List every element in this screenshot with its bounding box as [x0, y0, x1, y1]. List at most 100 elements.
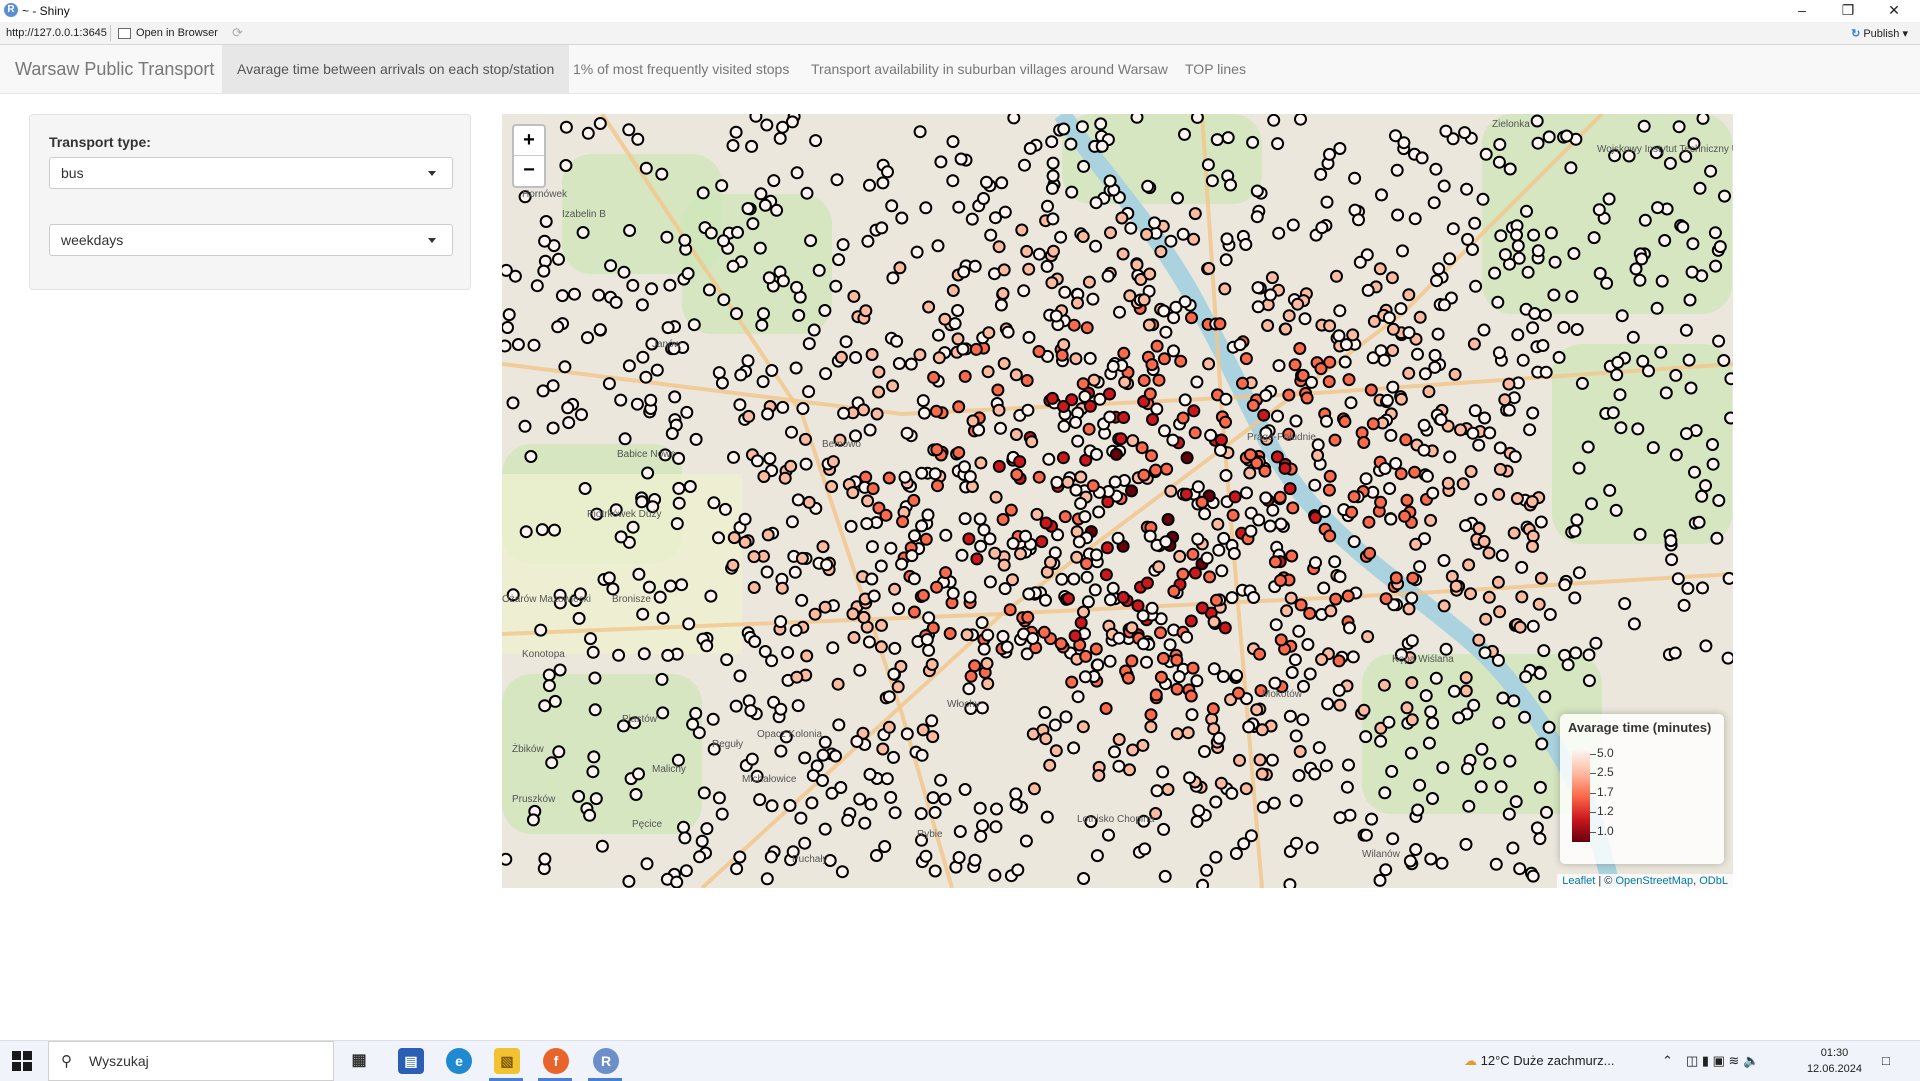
map-place-label: Rybie — [917, 829, 943, 840]
taskbar-search-input[interactable]: ⚲ Wyszukaj — [48, 1041, 334, 1081]
day-type-select[interactable]: weekdays — [49, 224, 453, 256]
publish-button[interactable]: ↻ Publish ▾ — [1851, 27, 1908, 40]
stop-marker — [548, 523, 561, 537]
stop-marker — [875, 618, 888, 632]
stop-marker — [1067, 318, 1081, 332]
stop-marker — [1126, 434, 1140, 448]
zoom-in-button[interactable]: + — [514, 126, 544, 156]
tab-average-time[interactable]: Avarage time between arrivals on each st… — [222, 45, 570, 93]
stop-marker — [1389, 457, 1403, 470]
stop-marker — [1078, 390, 1092, 403]
stop-marker — [1724, 411, 1733, 425]
stop-marker — [1533, 780, 1547, 794]
leaflet-map[interactable]: Zielonka Babice Nowe Bemowo Włochy Piastów Pr… — [502, 114, 1733, 888]
stop-marker — [1502, 403, 1516, 417]
stop-marker — [1259, 491, 1273, 505]
stop-marker — [1279, 322, 1293, 336]
stop-marker — [1103, 410, 1117, 424]
minimize-button[interactable]: – — [1780, 0, 1824, 22]
stop-marker — [1391, 208, 1405, 222]
stop-marker — [1680, 427, 1693, 441]
stop-marker — [1341, 589, 1355, 603]
stop-marker — [1271, 409, 1284, 423]
stop-marker — [872, 385, 886, 399]
tab-frequent-stops[interactable]: 1% of most frequently visited stops — [558, 45, 804, 93]
stop-marker — [1359, 828, 1373, 842]
stop-marker — [588, 703, 602, 717]
stop-marker — [1557, 320, 1571, 334]
stop-marker — [738, 512, 752, 526]
stop-marker — [668, 390, 682, 404]
chevron-up-icon[interactable]: ⌃ — [1662, 1053, 1673, 1069]
stop-marker — [900, 426, 914, 440]
stop-marker — [1338, 355, 1352, 369]
app-brand[interactable]: Warsaw Public Transport — [15, 59, 214, 80]
stop-marker — [790, 670, 804, 684]
stop-marker — [926, 791, 940, 805]
stop-marker — [1195, 601, 1209, 615]
stop-marker — [1284, 591, 1298, 605]
osm-link[interactable]: OpenStreetMap — [1615, 875, 1693, 887]
stop-marker — [1478, 411, 1492, 425]
stop-marker — [920, 633, 934, 647]
store-icon[interactable]: ▤ — [398, 1048, 424, 1074]
stop-marker — [1166, 433, 1180, 447]
stop-marker — [561, 401, 575, 415]
stop-marker — [1250, 184, 1264, 198]
map-layer[interactable] — [502, 114, 1733, 888]
stop-marker — [726, 558, 740, 572]
edge-icon[interactable]: e — [446, 1048, 472, 1074]
stop-marker — [738, 535, 752, 549]
stop-marker — [1456, 477, 1470, 491]
stop-marker — [1654, 345, 1668, 359]
stop-marker — [790, 166, 804, 180]
stop-marker — [792, 308, 806, 322]
stop-marker — [630, 397, 644, 411]
stop-marker — [1188, 207, 1202, 221]
stop-marker — [650, 363, 664, 377]
stop-marker — [895, 211, 909, 225]
stop-marker — [1104, 593, 1117, 607]
stop-marker — [994, 421, 1007, 435]
stop-marker — [1309, 556, 1322, 570]
url-display: http://127.0.0.1:3645 — [6, 27, 107, 39]
weather-widget[interactable]: ☁ 12°C Duże zachmurz... — [1464, 1053, 1614, 1069]
open-in-browser-button[interactable]: Open in Browser — [136, 27, 218, 39]
restore-button[interactable]: ❐ — [1826, 0, 1870, 22]
tab-suburban-availability[interactable]: Transport availability in suburban villa… — [796, 45, 1183, 93]
stop-marker — [1338, 415, 1352, 428]
stop-marker — [773, 131, 787, 145]
map-place-label: Zielonka — [1492, 119, 1530, 130]
stop-marker — [1637, 119, 1651, 133]
zoom-out-button[interactable]: − — [514, 156, 544, 186]
stop-marker — [929, 404, 943, 418]
close-button[interactable]: ✕ — [1872, 0, 1916, 22]
taskbar-clock[interactable]: 01:30 12.06.2024 — [1807, 1045, 1862, 1077]
stop-marker — [1492, 487, 1506, 501]
firefox-icon[interactable]: f — [543, 1048, 569, 1074]
stop-marker — [1472, 522, 1486, 535]
stop-marker — [1154, 670, 1168, 684]
transport-type-select[interactable]: bus — [49, 157, 453, 189]
file-explorer-icon[interactable]: ▧ — [494, 1048, 520, 1074]
stop-marker — [1090, 548, 1103, 562]
stop-marker — [1526, 321, 1540, 335]
stop-marker — [888, 582, 902, 596]
leaflet-link[interactable]: Leaflet — [1562, 875, 1595, 887]
notification-icon[interactable]: □ — [1882, 1053, 1890, 1068]
stop-marker — [863, 767, 877, 781]
tray-icons[interactable]: ◫ ▮ ▣ ≋ 🔈 — [1686, 1053, 1759, 1069]
refresh-icon[interactable]: ⟳ — [232, 25, 243, 41]
stop-marker — [551, 320, 565, 334]
tab-top-lines[interactable]: TOP lines — [1170, 45, 1261, 93]
stop-marker — [1218, 282, 1232, 296]
stop-marker — [1209, 850, 1223, 864]
stop-marker — [1426, 486, 1440, 500]
stop-marker — [1045, 181, 1059, 195]
stop-marker — [576, 226, 590, 239]
stop-marker — [1415, 151, 1429, 165]
task-view-icon[interactable]: ▦ — [346, 1048, 372, 1074]
odbl-link[interactable]: ODbL — [1699, 875, 1728, 887]
rstudio-icon[interactable]: R — [593, 1048, 619, 1074]
windows-start-icon[interactable] — [12, 1051, 32, 1071]
